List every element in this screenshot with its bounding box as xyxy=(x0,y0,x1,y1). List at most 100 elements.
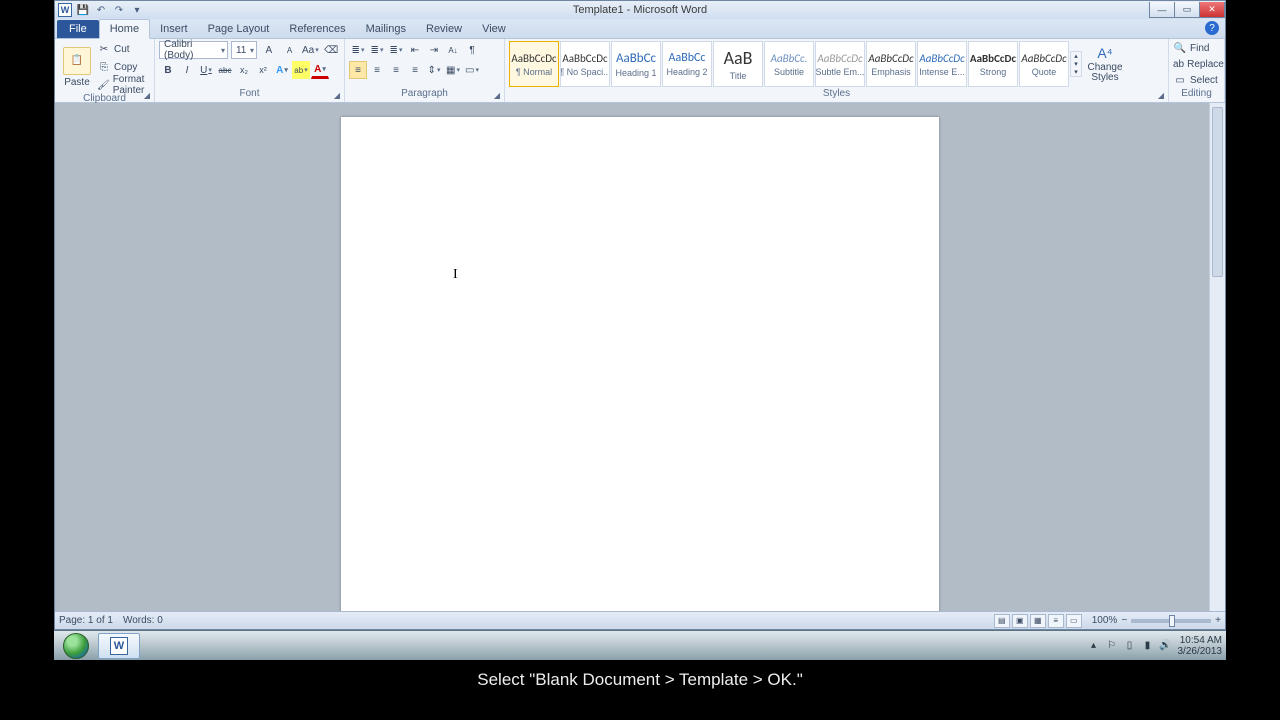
view-outline-button[interactable]: ≡ xyxy=(1048,614,1064,628)
shrink-font-button[interactable]: A xyxy=(281,41,299,59)
zoom-out-button[interactable]: − xyxy=(1121,615,1127,626)
find-button[interactable]: 🔍Find xyxy=(1173,41,1220,57)
word-app-icon[interactable]: W xyxy=(58,3,72,17)
vertical-scrollbar[interactable] xyxy=(1209,103,1225,611)
styles-scroll[interactable]: ▴▾▾ xyxy=(1070,51,1082,77)
strike-button[interactable]: abc xyxy=(216,61,234,79)
zoom-in-button[interactable]: + xyxy=(1215,615,1221,626)
zoom-level[interactable]: 100% xyxy=(1092,615,1118,626)
zoom-slider[interactable] xyxy=(1131,619,1211,623)
italic-button[interactable]: I xyxy=(178,61,196,79)
clipboard-launcher-icon[interactable]: ◢ xyxy=(142,90,152,100)
paragraph-launcher-icon[interactable]: ◢ xyxy=(492,90,502,100)
start-button[interactable] xyxy=(58,632,94,660)
justify-button[interactable]: ≡ xyxy=(406,61,424,79)
show-marks-button[interactable]: ¶ xyxy=(463,41,481,59)
tab-home[interactable]: Home xyxy=(99,19,150,39)
style-emphasis[interactable]: AaBbCcDcEmphasis xyxy=(866,41,916,87)
zoom-slider-thumb[interactable] xyxy=(1169,615,1175,627)
font-name-combo[interactable]: Calibri (Body) xyxy=(159,41,228,59)
document-page[interactable]: I xyxy=(341,117,939,611)
text-cursor-icon: I xyxy=(453,267,458,283)
copy-button[interactable]: ⎘Copy xyxy=(97,59,150,75)
status-words[interactable]: Words: 0 xyxy=(123,615,163,626)
qat-save-icon[interactable]: 💾 xyxy=(76,3,90,17)
replace-button[interactable]: abReplace xyxy=(1173,57,1220,73)
close-button[interactable]: ✕ xyxy=(1199,2,1225,18)
multilevel-button[interactable]: ≣ xyxy=(387,41,405,59)
subscript-button[interactable]: x₂ xyxy=(235,61,253,79)
tab-file[interactable]: File xyxy=(57,20,99,38)
view-full-screen-button[interactable]: ▣ xyxy=(1012,614,1028,628)
select-button[interactable]: ▭Select xyxy=(1173,72,1220,88)
align-left-button[interactable]: ≡ xyxy=(349,61,367,79)
clear-format-button[interactable]: ⌫ xyxy=(322,41,340,59)
tab-page-layout[interactable]: Page Layout xyxy=(198,20,280,38)
change-case-button[interactable]: Aa xyxy=(301,41,319,59)
style-quote[interactable]: AaBbCcDcQuote xyxy=(1019,41,1069,87)
tray-power-icon[interactable]: ▯ xyxy=(1124,640,1136,652)
superscript-button[interactable]: x² xyxy=(254,61,272,79)
font-launcher-icon[interactable]: ◢ xyxy=(332,90,342,100)
change-styles-button[interactable]: A⁴Change Styles xyxy=(1083,43,1127,85)
tray-show-hidden-icon[interactable]: ▴ xyxy=(1088,640,1100,652)
view-web-button[interactable]: ▦ xyxy=(1030,614,1046,628)
windows-orb-icon xyxy=(63,633,89,659)
style-label: Heading 1 xyxy=(615,68,656,78)
minimize-button[interactable]: — xyxy=(1149,2,1175,18)
bullets-button[interactable]: ≣ xyxy=(349,41,367,59)
style-subtle-emphasis[interactable]: AaBbCcDcSubtle Em... xyxy=(815,41,865,87)
grow-font-button[interactable]: A xyxy=(260,41,278,59)
styles-launcher-icon[interactable]: ◢ xyxy=(1156,90,1166,100)
style-normal[interactable]: AaBbCcDc¶ Normal xyxy=(509,41,559,87)
tab-view[interactable]: View xyxy=(472,20,516,38)
bold-button[interactable]: B xyxy=(159,61,177,79)
tab-review[interactable]: Review xyxy=(416,20,472,38)
line-spacing-button[interactable]: ⇕ xyxy=(425,61,443,79)
align-right-button[interactable]: ≡ xyxy=(387,61,405,79)
document-area[interactable]: I xyxy=(55,103,1225,611)
change-styles-label: Change Styles xyxy=(1087,63,1123,83)
style-heading-2[interactable]: AaBbCcHeading 2 xyxy=(662,41,712,87)
text-effects-button[interactable]: A xyxy=(273,61,291,79)
underline-button[interactable]: U xyxy=(197,61,215,79)
increase-indent-button[interactable]: ⇥ xyxy=(425,41,443,59)
tray-flag-icon[interactable]: ⚐ xyxy=(1106,640,1118,652)
style-no-spacing[interactable]: AaBbCcDc¶ No Spaci... xyxy=(560,41,610,87)
style-label: Quote xyxy=(1032,67,1057,77)
taskbar-word-button[interactable]: W xyxy=(98,633,140,659)
tab-mailings[interactable]: Mailings xyxy=(356,20,416,38)
qat-redo-icon[interactable]: ↷ xyxy=(112,3,126,17)
tab-insert[interactable]: Insert xyxy=(150,20,198,38)
tray-network-icon[interactable]: ▮ xyxy=(1142,640,1154,652)
style-strong[interactable]: AaBbCcDcStrong xyxy=(968,41,1018,87)
style-intense-emphasis[interactable]: AaBbCcDcIntense E... xyxy=(917,41,967,87)
group-font: Calibri (Body) 11 A A Aa ⌫ B I U abc x₂ … xyxy=(155,39,345,102)
font-color-button[interactable]: A xyxy=(311,61,329,79)
qat-undo-icon[interactable]: ↶ xyxy=(94,3,108,17)
decrease-indent-button[interactable]: ⇤ xyxy=(406,41,424,59)
view-draft-button[interactable]: ▭ xyxy=(1066,614,1082,628)
paste-button[interactable]: 📋 Paste xyxy=(59,45,95,90)
numbering-button[interactable]: ≣ xyxy=(368,41,386,59)
font-size-combo[interactable]: 11 xyxy=(231,41,257,59)
tray-clock[interactable]: 10:54 AM 3/26/2013 xyxy=(1178,635,1223,657)
tab-references[interactable]: References xyxy=(279,20,355,38)
style-subtitle[interactable]: AaBbCc.Subtitle xyxy=(764,41,814,87)
style-title[interactable]: AaBTitle xyxy=(713,41,763,87)
cut-button[interactable]: ✂Cut xyxy=(97,41,150,57)
maximize-button[interactable]: ▭ xyxy=(1174,2,1200,18)
view-print-layout-button[interactable]: ▤ xyxy=(994,614,1010,628)
align-center-button[interactable]: ≡ xyxy=(368,61,386,79)
shading-button[interactable]: ▦ xyxy=(444,61,462,79)
tray-volume-icon[interactable]: 🔊 xyxy=(1160,640,1172,652)
borders-button[interactable]: ▭ xyxy=(463,61,481,79)
highlight-button[interactable]: ab xyxy=(292,61,310,79)
scrollbar-thumb[interactable] xyxy=(1212,107,1223,277)
style-heading-1[interactable]: AaBbCcHeading 1 xyxy=(611,41,661,87)
help-icon[interactable]: ? xyxy=(1205,21,1219,35)
sort-button[interactable]: A↓ xyxy=(444,41,462,59)
qat-customize-icon[interactable]: ▾ xyxy=(130,3,144,17)
style-preview: AaBbCc. xyxy=(771,52,808,65)
status-page[interactable]: Page: 1 of 1 xyxy=(59,615,113,626)
